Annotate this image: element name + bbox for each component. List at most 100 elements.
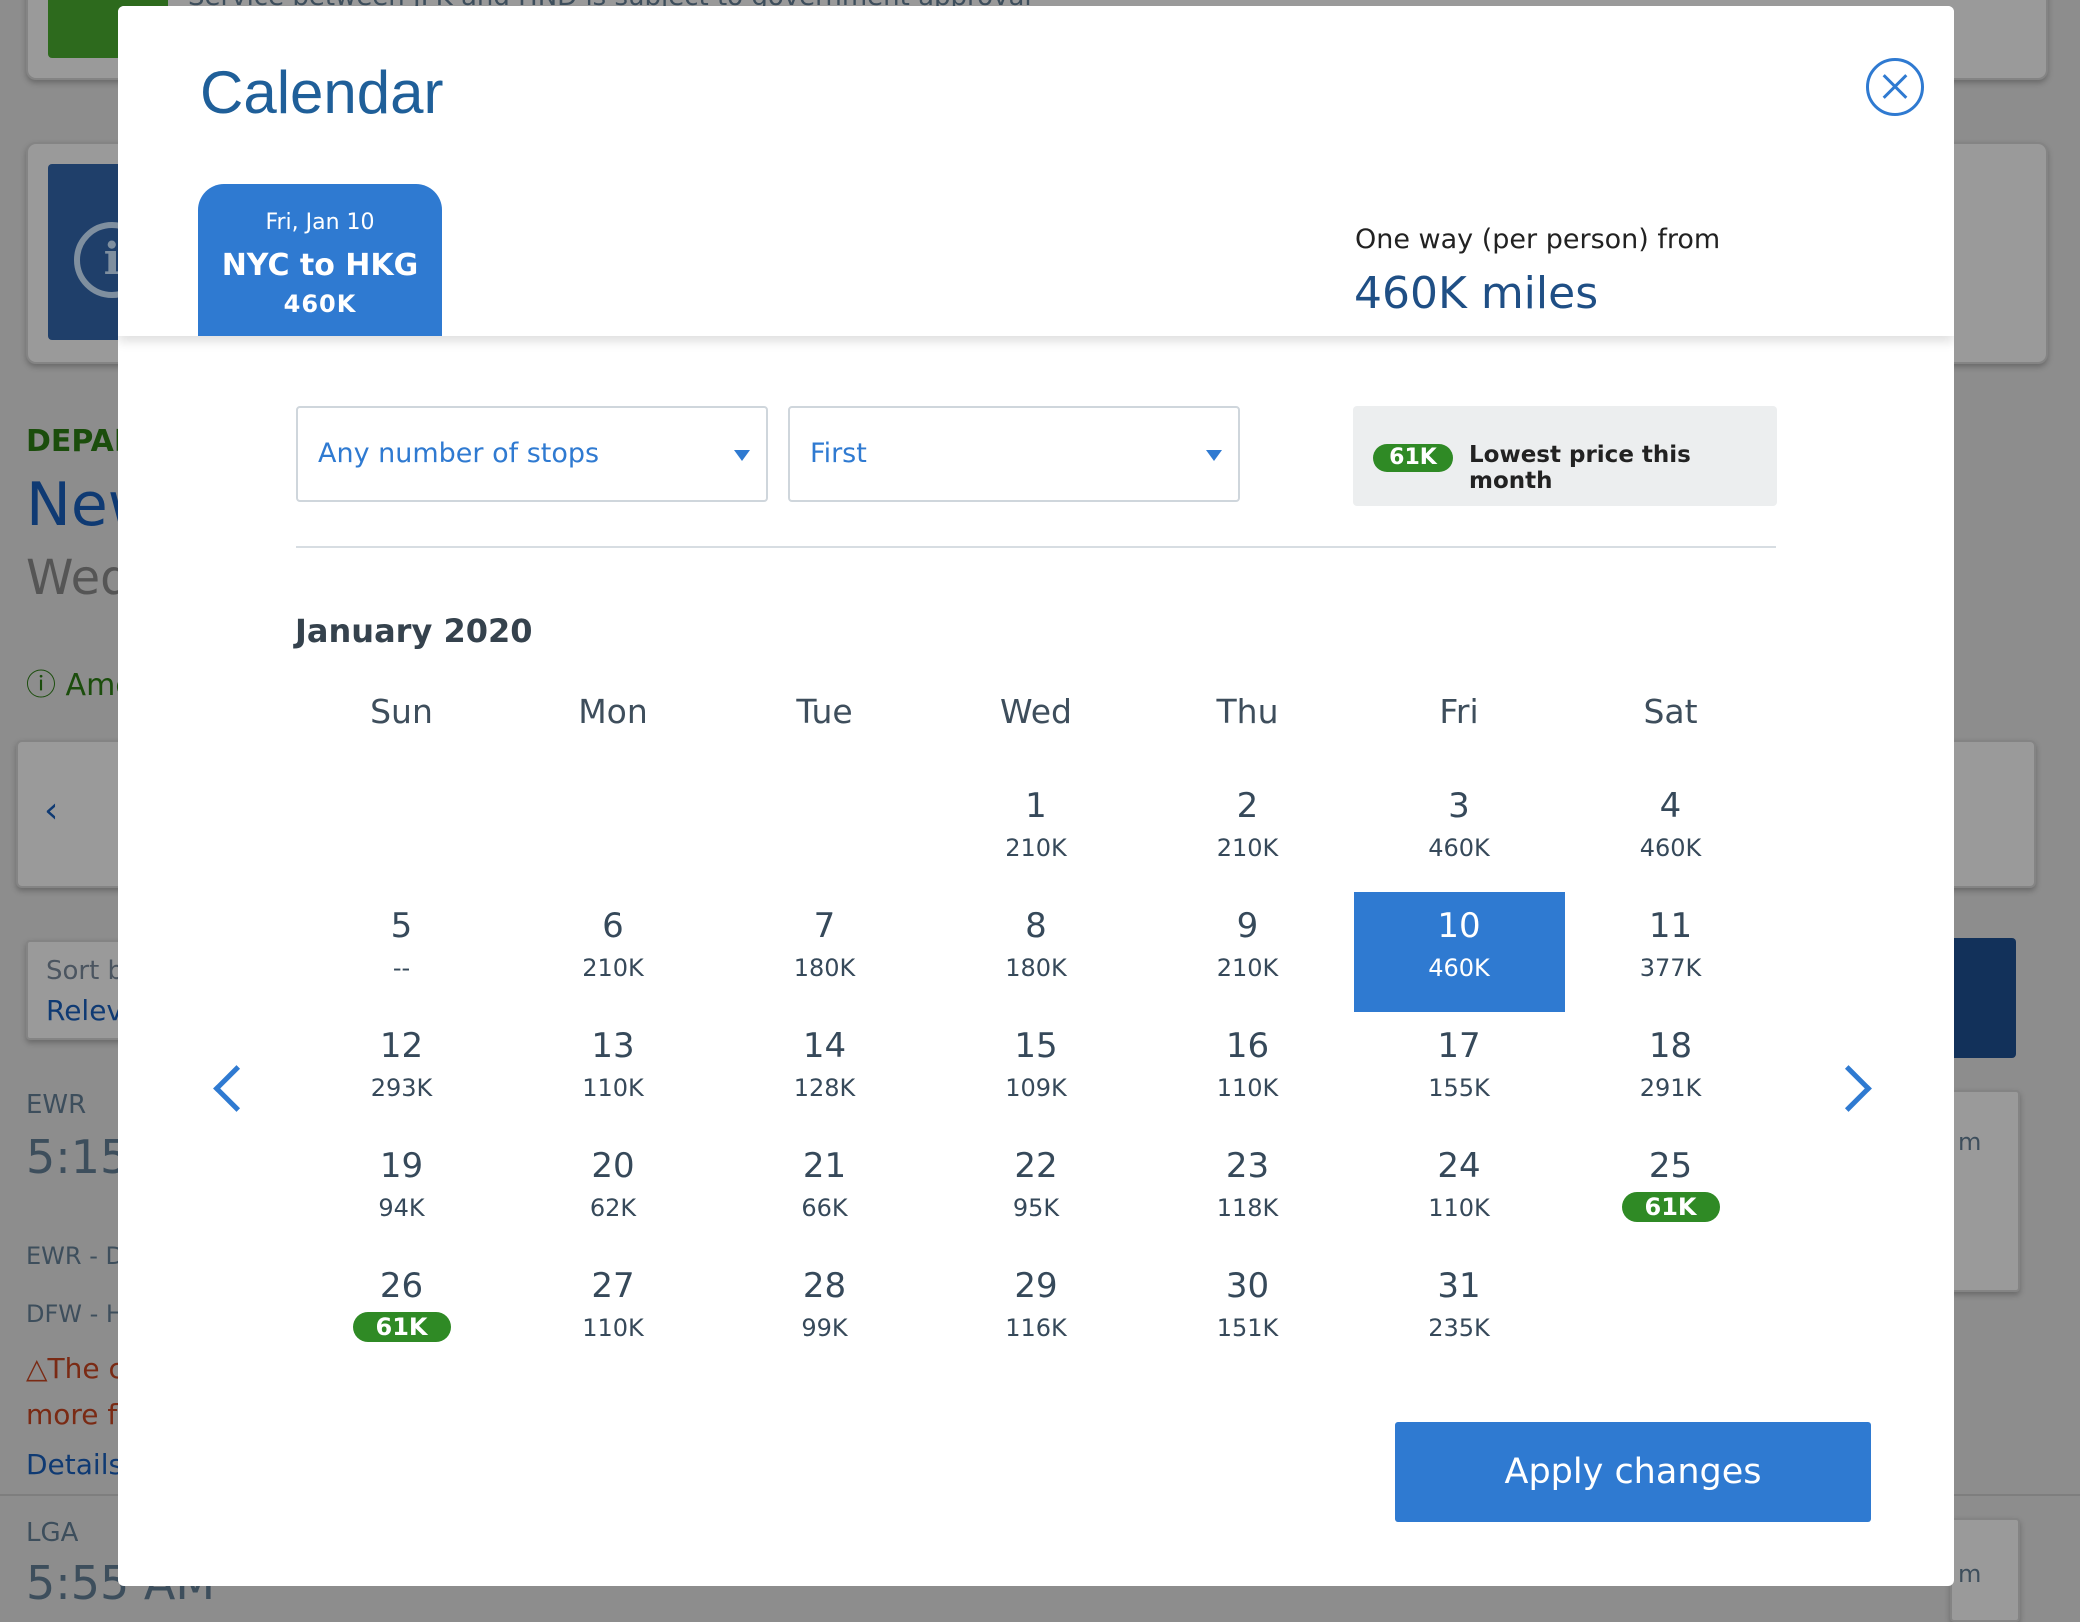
day-price: 155K — [1428, 1074, 1490, 1102]
day-number: 24 — [1437, 1146, 1481, 1186]
day-price: 235K — [1428, 1314, 1490, 1342]
day-number: 18 — [1648, 1026, 1693, 1066]
day-price: 210K — [1216, 954, 1279, 982]
filters-divider — [296, 546, 1776, 548]
close-icon[interactable] — [1866, 58, 1924, 116]
weekday-header: Sun — [370, 692, 433, 731]
day-number: 29 — [1014, 1266, 1058, 1306]
day-price: 110K — [1216, 1074, 1279, 1102]
day-price: 180K — [1005, 954, 1067, 982]
calendar-day[interactable]: 13 110K — [508, 1012, 719, 1132]
day-number: 16 — [1225, 1026, 1270, 1066]
calendar-day[interactable]: 27 110K — [508, 1252, 719, 1372]
bg-side-card-2: m — [1950, 1518, 2020, 1622]
calendar-day[interactable]: 19 94K — [296, 1132, 507, 1252]
alert-icon: ⓘ — [26, 668, 66, 703]
day-price: 377K — [1639, 954, 1702, 982]
calendar-day[interactable]: 11 377K — [1565, 892, 1776, 1012]
calendar-day[interactable]: 31 235K — [1354, 1252, 1565, 1372]
calendar-day[interactable]: 25 61K — [1565, 1132, 1776, 1252]
day-price: -- — [392, 954, 411, 982]
day-price: 460K — [1639, 834, 1702, 862]
calendar-day[interactable]: 6 210K — [508, 892, 719, 1012]
day-price: 210K — [1216, 834, 1279, 862]
day-number: 12 — [379, 1026, 424, 1066]
day-number: 28 — [802, 1266, 847, 1306]
calendar-day[interactable]: 4 460K — [1565, 772, 1776, 892]
day-number: 23 — [1225, 1146, 1270, 1186]
calendar-day[interactable]: 2 210K — [1142, 772, 1353, 892]
day-price: 460K — [1428, 834, 1490, 862]
day-number: 1 — [1025, 786, 1047, 826]
apply-changes-button[interactable]: Apply changes — [1395, 1422, 1871, 1522]
chevron-right-icon[interactable] — [1838, 1064, 1868, 1114]
caret-down-icon — [734, 450, 750, 461]
lowest-price-badge: 61K — [352, 1312, 451, 1342]
calendar-day[interactable]: 29 116K — [931, 1252, 1142, 1372]
trip-price: 460K — [283, 290, 357, 318]
calendar-day[interactable]: 3 460K — [1354, 772, 1565, 892]
calendar-day[interactable]: 23 118K — [1142, 1132, 1353, 1252]
weekday-header: Sat — [1643, 692, 1698, 731]
calendar-day[interactable]: 8 180K — [931, 892, 1142, 1012]
day-price: 110K — [1428, 1194, 1490, 1222]
trip-route: NYC to HKG — [221, 248, 419, 283]
calendar-day[interactable]: 7 180K — [719, 892, 930, 1012]
day-number: 17 — [1437, 1026, 1481, 1066]
bg-warning: △The c — [26, 1352, 124, 1385]
bg-flight2-airport: LGA — [26, 1518, 79, 1548]
day-number: 10 — [1437, 906, 1481, 946]
day-price: 210K — [582, 954, 644, 982]
calendar-day[interactable]: 16 110K — [1142, 1012, 1353, 1132]
bg-side-fragment-2: m — [1958, 1560, 1982, 1588]
calendar-day[interactable]: 1 210K — [931, 772, 1142, 892]
chevron-left-icon[interactable] — [208, 1064, 238, 1114]
bg-dark-button[interactable] — [1950, 938, 2016, 1058]
modal-title: Calendar — [200, 59, 444, 126]
calendar-day[interactable]: 17 155K — [1354, 1012, 1565, 1132]
lowest-price-legend: 61K Lowest price this month — [1353, 406, 1777, 506]
month-heading: January 2020 — [295, 612, 533, 650]
calendar-day[interactable]: 10 460K — [1353, 892, 1565, 1012]
bg-date: Wed — [26, 550, 131, 606]
day-price: 291K — [1639, 1074, 1702, 1102]
calendar-day[interactable]: 14 128K — [719, 1012, 930, 1132]
calendar-day[interactable]: 24 110K — [1354, 1132, 1565, 1252]
bg-warning-more: more fli — [26, 1398, 133, 1431]
cabin-select[interactable]: First — [788, 406, 1240, 502]
bg-flight1-seg1: EWR - D — [26, 1242, 124, 1270]
calendar-day[interactable]: 5 -- — [296, 892, 507, 1012]
bg-details-link[interactable]: Details — [26, 1448, 123, 1481]
day-price: 99K — [801, 1314, 848, 1342]
bg-warning-text: The c — [47, 1352, 124, 1385]
day-number: 25 — [1648, 1146, 1693, 1186]
day-price: 210K — [1005, 834, 1067, 862]
warning-icon: △ — [26, 1352, 48, 1385]
stops-select-value: Any number of stops — [318, 438, 600, 469]
calendar-day[interactable]: 21 66K — [719, 1132, 930, 1252]
day-number: 8 — [1025, 906, 1047, 946]
day-price: 66K — [801, 1194, 848, 1222]
day-price: 118K — [1216, 1194, 1279, 1222]
day-price: 460K — [1428, 954, 1490, 982]
calendar-day[interactable]: 15 109K — [931, 1012, 1142, 1132]
day-number: 3 — [1448, 786, 1470, 826]
weekday-header: Fri — [1439, 692, 1479, 731]
trip-tab[interactable]: Fri, Jan 10 NYC to HKG 460K — [198, 184, 442, 336]
fare-value: 460K miles — [1354, 268, 1599, 319]
calendar-day[interactable]: 18 291K — [1565, 1012, 1776, 1132]
trip-date: Fri, Jan 10 — [265, 210, 375, 235]
calendar-day[interactable]: 28 99K — [719, 1252, 930, 1372]
chevron-left-icon[interactable]: ‹ — [44, 790, 58, 831]
calendar-day[interactable]: 22 95K — [931, 1132, 1142, 1252]
calendar-day[interactable]: 26 61K — [296, 1252, 507, 1372]
calendar-day[interactable]: 12 293K — [296, 1012, 507, 1132]
day-number: 22 — [1014, 1146, 1058, 1186]
fare-label: One way (per person) from — [1355, 224, 1721, 255]
day-price: 62K — [589, 1194, 637, 1222]
day-number: 19 — [379, 1146, 424, 1186]
calendar-day[interactable]: 20 62K — [508, 1132, 719, 1252]
calendar-day[interactable]: 9 210K — [1142, 892, 1353, 1012]
calendar-day[interactable]: 30 151K — [1142, 1252, 1353, 1372]
stops-select[interactable]: Any number of stops — [296, 406, 768, 502]
